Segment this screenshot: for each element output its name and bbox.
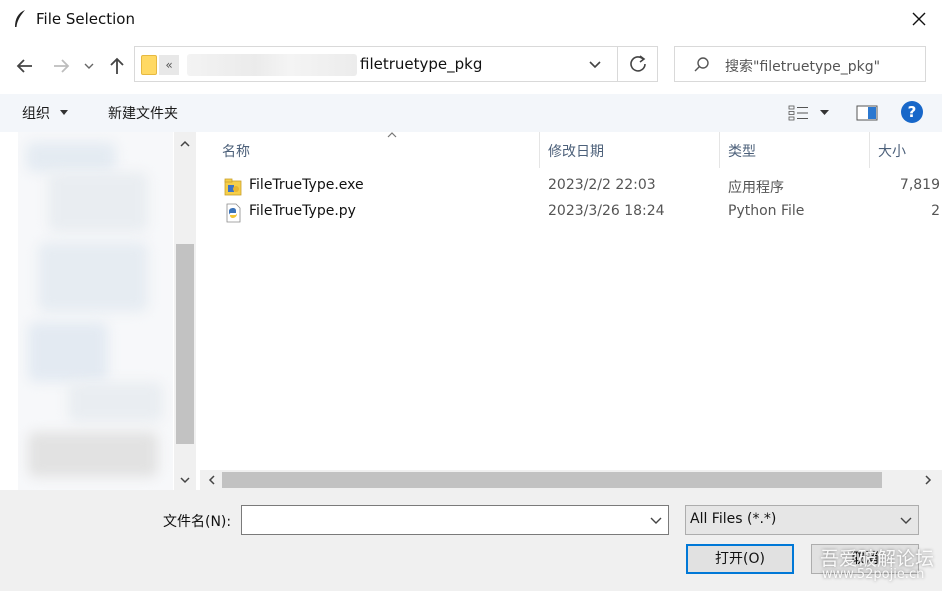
refresh-icon — [630, 55, 646, 72]
file-name: FileTrueType.py — [249, 203, 356, 219]
file-selection-dialog: File Selection « filetruetype_pkg 搜索"fil… — [0, 0, 942, 591]
search-icon — [694, 57, 709, 72]
exe-icon — [224, 178, 242, 196]
address-blurred-segment — [187, 54, 357, 76]
search-placeholder: 搜索"filetruetype_pkg" — [725, 59, 881, 75]
file-row[interactable]: FileTrueType.py 2023/3/26 18:24 Python F… — [220, 201, 942, 225]
blurred-nav-item — [38, 242, 148, 312]
file-type-filter-value: All Files (*.*) — [690, 511, 777, 527]
chevron-down-icon[interactable] — [648, 512, 664, 528]
file-size: 7,819 — [899, 177, 940, 193]
file-type-filter-select[interactable]: All Files (*.*) — [685, 505, 919, 535]
file-date: 2023/2/2 22:03 — [548, 177, 656, 193]
column-header-type[interactable]: 类型 — [720, 132, 870, 168]
scroll-left-icon[interactable] — [204, 472, 220, 488]
address-bar[interactable]: « filetruetype_pkg — [134, 46, 658, 82]
scroll-up-icon[interactable] — [177, 136, 193, 152]
back-arrow-icon[interactable] — [14, 55, 36, 77]
close-icon[interactable] — [904, 4, 934, 34]
blurred-nav-item — [28, 432, 158, 477]
organize-menu-button[interactable]: 组织 — [22, 103, 70, 123]
address-current-folder[interactable]: filetruetype_pkg — [360, 55, 482, 73]
filename-field[interactable] — [241, 505, 669, 535]
preview-pane-icon[interactable] — [856, 104, 878, 122]
column-header-date[interactable]: 修改日期 — [540, 132, 720, 168]
change-view-button[interactable] — [788, 104, 832, 122]
file-type: Python File — [728, 203, 805, 219]
navigation-pane-scrollbar[interactable] — [174, 132, 196, 490]
file-list[interactable]: 名称 修改日期 类型 大小 FileTrueType.exe 2023/2/2 … — [200, 132, 942, 472]
file-name: FileTrueType.exe — [249, 177, 364, 193]
help-icon[interactable]: ? — [901, 101, 923, 123]
organize-label: 组织 — [22, 106, 50, 122]
filename-label: 文件名(N): — [163, 514, 232, 530]
up-arrow-icon[interactable] — [106, 55, 128, 77]
column-header-name[interactable]: 名称 — [214, 132, 540, 168]
python-file-icon — [226, 203, 241, 223]
blurred-nav-item — [26, 142, 116, 172]
window-title: File Selection — [36, 10, 135, 28]
forward-arrow-icon[interactable] — [50, 55, 72, 77]
column-header-name-label: 名称 — [222, 144, 250, 160]
recent-locations-chevron-icon[interactable] — [82, 55, 96, 77]
address-overflow-chevron[interactable]: « — [159, 55, 179, 75]
dialog-footer: 文件名(N): All Files (*.*) 打开(O) 取消 — [0, 490, 942, 591]
scroll-right-icon[interactable] — [920, 472, 936, 488]
title-bar: File Selection — [0, 0, 942, 38]
command-toolbar: 组织 新建文件夹 ? — [0, 94, 942, 132]
blurred-nav-item — [28, 322, 108, 382]
blurred-nav-item — [48, 172, 148, 232]
folder-icon — [141, 55, 157, 75]
refresh-button[interactable] — [617, 47, 657, 81]
cancel-button[interactable]: 取消 — [811, 544, 919, 574]
search-input[interactable]: 搜索"filetruetype_pkg" — [674, 46, 926, 82]
navigation-bar: « filetruetype_pkg 搜索"filetruetype_pkg" — [0, 38, 942, 94]
file-type: 应用程序 — [728, 180, 784, 196]
new-folder-button[interactable]: 新建文件夹 — [108, 103, 178, 123]
dropdown-caret-icon — [60, 110, 69, 115]
blurred-nav-item — [68, 382, 163, 422]
chevron-down-icon — [900, 517, 912, 524]
feather-icon — [15, 10, 25, 27]
column-header-size[interactable]: 大小 — [870, 132, 942, 168]
scroll-down-icon[interactable] — [177, 472, 193, 488]
details-view-icon — [788, 105, 829, 121]
navigation-pane[interactable] — [18, 132, 173, 490]
scrollbar-thumb[interactable] — [176, 244, 194, 444]
file-row[interactable]: FileTrueType.exe 2023/2/2 22:03 应用程序 7,8… — [220, 175, 942, 199]
open-button[interactable]: 打开(O) — [686, 544, 794, 574]
file-size: 2 — [931, 203, 940, 219]
file-list-horizontal-scrollbar[interactable] — [200, 470, 942, 490]
scrollbar-thumb[interactable] — [222, 472, 882, 488]
sort-ascending-icon — [387, 132, 397, 138]
file-date: 2023/3/26 18:24 — [548, 203, 665, 219]
address-dropdown-chevron-icon[interactable] — [585, 57, 605, 73]
